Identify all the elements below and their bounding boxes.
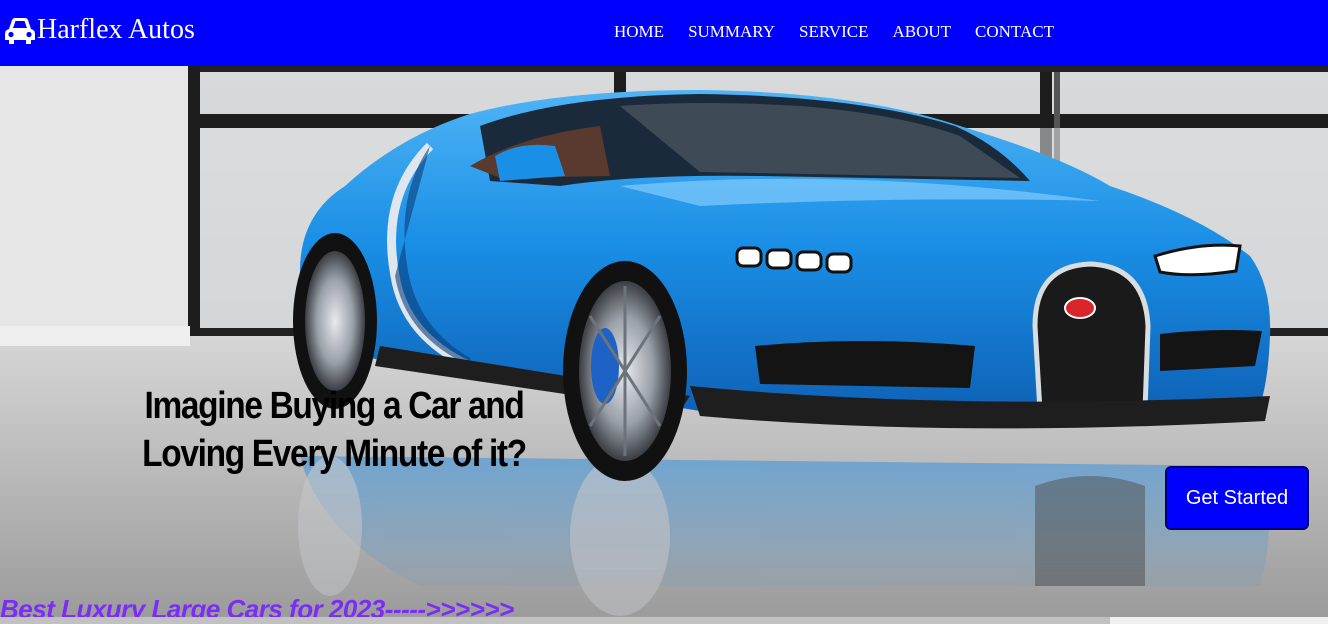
nav-home[interactable]: HOME xyxy=(614,22,664,42)
hero-headline: Imagine Buying a Car and Loving Every Mi… xyxy=(137,382,531,478)
horizontal-scrollbar[interactable] xyxy=(0,617,1328,624)
main-nav: HOME SUMMARY SERVICE ABOUT CONTACT xyxy=(614,22,1078,42)
nav-service[interactable]: SERVICE xyxy=(799,22,868,42)
nav-about[interactable]: ABOUT xyxy=(892,22,951,42)
scrollbar-thumb[interactable] xyxy=(0,617,1110,624)
hero-car-image xyxy=(0,66,1328,624)
headline-line-2: Loving Every Minute of it? xyxy=(142,433,527,475)
car-icon xyxy=(3,15,37,45)
nav-contact[interactable]: CONTACT xyxy=(975,22,1054,42)
brand-name: Harflex Autos xyxy=(37,14,195,45)
get-started-button[interactable]: Get Started xyxy=(1165,466,1309,530)
top-navbar: Harflex Autos HOME SUMMARY SERVICE ABOUT… xyxy=(0,0,1328,66)
brand-logo[interactable]: Harflex Autos xyxy=(3,12,195,48)
hero-section: Imagine Buying a Car and Loving Every Mi… xyxy=(0,66,1328,624)
headline-line-1: Imagine Buying a Car and xyxy=(144,385,525,427)
nav-summary[interactable]: SUMMARY xyxy=(688,22,775,42)
